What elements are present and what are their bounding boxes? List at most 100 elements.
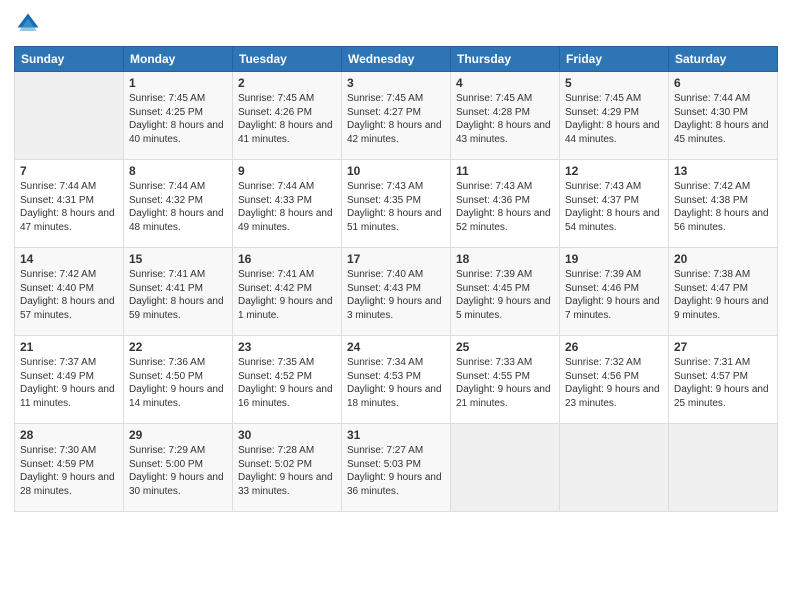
day-info: Sunrise: 7:41 AMSunset: 4:42 PMDaylight:… [238, 268, 336, 322]
day-number: 9 [238, 164, 336, 178]
day-info: Sunrise: 7:41 AMSunset: 4:41 PMDaylight:… [129, 268, 227, 322]
calendar-cell: 17Sunrise: 7:40 AMSunset: 4:43 PMDayligh… [342, 248, 451, 336]
day-number: 27 [674, 340, 772, 354]
calendar-cell: 10 Sunrise: 7:43 AMSunset: 4:35 PMDayligh… [342, 160, 451, 248]
weekday-header-sunday: Sunday [15, 47, 124, 72]
calendar-table: SundayMondayTuesdayWednesdayThursdayFrid… [14, 46, 778, 512]
day-info: Sunrise: 7:42 AMSunset: 4:38 PMDaylight:… [674, 180, 772, 234]
calendar-cell: 2 Sunrise: 7:45 AMSunset: 4:26 PMDaylight… [233, 72, 342, 160]
day-info: Sunrise: 7:31 AMSunset: 4:57 PMDaylight:… [674, 356, 772, 410]
day-info: Sunrise: 7:35 AMSunset: 4:52 PMDaylight:… [238, 356, 336, 410]
day-info: Sunrise: 7:36 AMSunset: 4:50 PMDaylight:… [129, 356, 227, 410]
day-number: 19 [565, 252, 663, 266]
day-number: 20 [674, 252, 772, 266]
calendar-cell: 11 Sunrise: 7:43 AMSunset: 4:36 PMDayligh… [451, 160, 560, 248]
week-row-4: 28Sunrise: 7:30 AMSunset: 4:59 PMDayligh… [15, 424, 778, 512]
calendar-cell: 22 Sunrise: 7:36 AMSunset: 4:50 PMDayligh… [124, 336, 233, 424]
day-number: 2 [238, 76, 336, 90]
day-info: Sunrise: 7:42 AMSunset: 4:40 PMDaylight:… [20, 268, 118, 322]
day-info: Sunrise: 7:45 AMSunset: 4:28 PMDaylight:… [456, 92, 554, 146]
weekday-header-tuesday: Tuesday [233, 47, 342, 72]
calendar-cell: 9 Sunrise: 7:44 AMSunset: 4:33 PMDaylight… [233, 160, 342, 248]
day-number: 21 [20, 340, 118, 354]
day-number: 14 [20, 252, 118, 266]
page: SundayMondayTuesdayWednesdayThursdayFrid… [0, 0, 792, 612]
week-row-0: 1 Sunrise: 7:45 AMSunset: 4:25 PMDaylight… [15, 72, 778, 160]
day-info: Sunrise: 7:45 AMSunset: 4:26 PMDaylight:… [238, 92, 336, 146]
calendar-cell: 21 Sunrise: 7:37 AMSunset: 4:49 PMDayligh… [15, 336, 124, 424]
day-number: 18 [456, 252, 554, 266]
day-info: Sunrise: 7:44 AMSunset: 4:31 PMDaylight:… [20, 180, 118, 234]
day-info: Sunrise: 7:43 AMSunset: 4:35 PMDaylight:… [347, 180, 445, 234]
weekday-header-monday: Monday [124, 47, 233, 72]
calendar-cell: 30 Sunrise: 7:28 AMSunset: 5:02 PMDayligh… [233, 424, 342, 512]
calendar-cell: 24Sunrise: 7:34 AMSunset: 4:53 PMDayligh… [342, 336, 451, 424]
day-info: Sunrise: 7:33 AMSunset: 4:55 PMDaylight:… [456, 356, 554, 410]
calendar-cell [560, 424, 669, 512]
calendar-cell [451, 424, 560, 512]
day-number: 7 [20, 164, 118, 178]
week-row-2: 14 Sunrise: 7:42 AMSunset: 4:40 PMDayligh… [15, 248, 778, 336]
calendar-cell: 28Sunrise: 7:30 AMSunset: 4:59 PMDayligh… [15, 424, 124, 512]
weekday-header-friday: Friday [560, 47, 669, 72]
day-info: Sunrise: 7:44 AMSunset: 4:32 PMDaylight:… [129, 180, 227, 234]
calendar-cell: 16 Sunrise: 7:41 AMSunset: 4:42 PMDayligh… [233, 248, 342, 336]
calendar-cell: 5 Sunrise: 7:45 AMSunset: 4:29 PMDaylight… [560, 72, 669, 160]
calendar-cell: 23 Sunrise: 7:35 AMSunset: 4:52 PMDayligh… [233, 336, 342, 424]
day-number: 8 [129, 164, 227, 178]
weekday-header-wednesday: Wednesday [342, 47, 451, 72]
day-info: Sunrise: 7:38 AMSunset: 4:47 PMDaylight:… [674, 268, 772, 322]
day-number: 24 [347, 340, 445, 354]
day-number: 25 [456, 340, 554, 354]
day-info: Sunrise: 7:44 AMSunset: 4:33 PMDaylight:… [238, 180, 336, 234]
header [14, 10, 778, 38]
calendar-cell: 18 Sunrise: 7:39 AMSunset: 4:45 PMDayligh… [451, 248, 560, 336]
day-info: Sunrise: 7:40 AMSunset: 4:43 PMDaylight:… [347, 268, 445, 322]
calendar-cell: 4Sunrise: 7:45 AMSunset: 4:28 PMDaylight… [451, 72, 560, 160]
day-info: Sunrise: 7:32 AMSunset: 4:56 PMDaylight:… [565, 356, 663, 410]
calendar-cell: 1 Sunrise: 7:45 AMSunset: 4:25 PMDaylight… [124, 72, 233, 160]
day-number: 15 [129, 252, 227, 266]
day-number: 28 [20, 428, 118, 442]
calendar-cell [15, 72, 124, 160]
weekday-header-thursday: Thursday [451, 47, 560, 72]
day-number: 26 [565, 340, 663, 354]
day-number: 6 [674, 76, 772, 90]
day-number: 16 [238, 252, 336, 266]
calendar-cell: 14 Sunrise: 7:42 AMSunset: 4:40 PMDayligh… [15, 248, 124, 336]
day-info: Sunrise: 7:29 AMSunset: 5:00 PMDaylight:… [129, 444, 227, 498]
calendar-cell: 26 Sunrise: 7:32 AMSunset: 4:56 PMDayligh… [560, 336, 669, 424]
day-info: Sunrise: 7:28 AMSunset: 5:02 PMDaylight:… [238, 444, 336, 498]
calendar-cell: 31Sunrise: 7:27 AMSunset: 5:03 PMDayligh… [342, 424, 451, 512]
day-number: 5 [565, 76, 663, 90]
calendar-cell: 25 Sunrise: 7:33 AMSunset: 4:55 PMDayligh… [451, 336, 560, 424]
day-number: 11 [456, 164, 554, 178]
day-number: 13 [674, 164, 772, 178]
calendar-cell: 15 Sunrise: 7:41 AMSunset: 4:41 PMDayligh… [124, 248, 233, 336]
day-number: 12 [565, 164, 663, 178]
calendar-cell: 19 Sunrise: 7:39 AMSunset: 4:46 PMDayligh… [560, 248, 669, 336]
calendar-cell [669, 424, 778, 512]
day-info: Sunrise: 7:27 AMSunset: 5:03 PMDaylight:… [347, 444, 445, 498]
day-number: 30 [238, 428, 336, 442]
calendar-cell: 6Sunrise: 7:44 AMSunset: 4:30 PMDaylight… [669, 72, 778, 160]
day-info: Sunrise: 7:43 AMSunset: 4:36 PMDaylight:… [456, 180, 554, 234]
calendar-cell: 13 Sunrise: 7:42 AMSunset: 4:38 PMDayligh… [669, 160, 778, 248]
day-number: 22 [129, 340, 227, 354]
calendar-cell: 8 Sunrise: 7:44 AMSunset: 4:32 PMDaylight… [124, 160, 233, 248]
day-info: Sunrise: 7:45 AMSunset: 4:27 PMDaylight:… [347, 92, 445, 146]
day-info: Sunrise: 7:37 AMSunset: 4:49 PMDaylight:… [20, 356, 118, 410]
day-info: Sunrise: 7:39 AMSunset: 4:46 PMDaylight:… [565, 268, 663, 322]
day-number: 10 [347, 164, 445, 178]
logo-icon [14, 10, 42, 38]
logo [14, 10, 46, 38]
calendar-cell: 12Sunrise: 7:43 AMSunset: 4:37 PMDayligh… [560, 160, 669, 248]
calendar-cell: 20 Sunrise: 7:38 AMSunset: 4:47 PMDayligh… [669, 248, 778, 336]
day-info: Sunrise: 7:45 AMSunset: 4:25 PMDaylight:… [129, 92, 227, 146]
day-number: 1 [129, 76, 227, 90]
day-number: 23 [238, 340, 336, 354]
day-info: Sunrise: 7:45 AMSunset: 4:29 PMDaylight:… [565, 92, 663, 146]
calendar-cell: 3Sunrise: 7:45 AMSunset: 4:27 PMDaylight… [342, 72, 451, 160]
weekday-header-row: SundayMondayTuesdayWednesdayThursdayFrid… [15, 47, 778, 72]
day-info: Sunrise: 7:39 AMSunset: 4:45 PMDaylight:… [456, 268, 554, 322]
